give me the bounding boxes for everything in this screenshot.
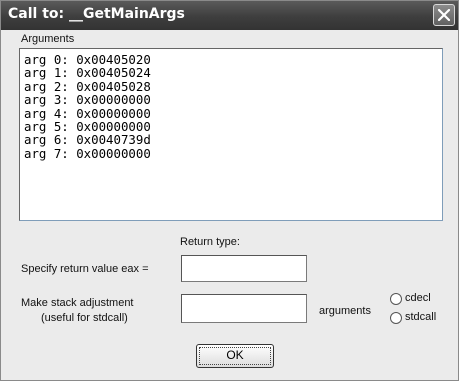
cdecl-radio[interactable] bbox=[390, 293, 402, 305]
cdecl-label[interactable]: cdecl bbox=[405, 292, 431, 304]
dialog-title: Call to: __GetMainArgs bbox=[8, 6, 185, 22]
argument-line: arg 3: 0x00000000 bbox=[24, 92, 151, 108]
title-bar[interactable]: Call to: __GetMainArgs bbox=[1, 1, 458, 30]
argument-line: arg 4: 0x00000000 bbox=[24, 105, 151, 121]
ok-label: OK bbox=[226, 348, 244, 362]
argument-line: arg 2: 0x00405028 bbox=[24, 78, 151, 94]
eax-input[interactable] bbox=[181, 255, 307, 282]
arguments-label: Arguments bbox=[21, 33, 75, 45]
stack-adjust-input[interactable] bbox=[181, 294, 307, 323]
stdcall-label[interactable]: stdcall bbox=[405, 311, 436, 323]
stdcall-radio[interactable] bbox=[390, 312, 402, 324]
eax-label: Specify return value eax = bbox=[21, 263, 149, 275]
stack-adjust-label: Make stack adjustment bbox=[21, 297, 134, 309]
argument-line: arg 6: 0x0040739d bbox=[24, 132, 151, 148]
stack-adjust-hint: (useful for stdcall) bbox=[41, 312, 128, 324]
call-dialog: Call to: __GetMainArgs Arguments arg 0: … bbox=[0, 0, 459, 381]
arguments-suffix-label: arguments bbox=[319, 305, 371, 317]
close-icon bbox=[438, 9, 450, 21]
return-type-label: Return type: bbox=[180, 236, 240, 248]
argument-line: arg 1: 0x00405024 bbox=[24, 65, 151, 81]
close-button[interactable] bbox=[433, 4, 455, 26]
argument-line: arg 0: 0x00405020 bbox=[24, 52, 151, 67]
ok-button[interactable]: OK bbox=[196, 344, 274, 368]
argument-line: arg 5: 0x00000000 bbox=[24, 119, 151, 135]
argument-line: arg 7: 0x00000000 bbox=[24, 145, 151, 161]
arguments-list[interactable]: arg 0: 0x00405020 arg 1: 0x00405024 arg … bbox=[19, 48, 443, 221]
